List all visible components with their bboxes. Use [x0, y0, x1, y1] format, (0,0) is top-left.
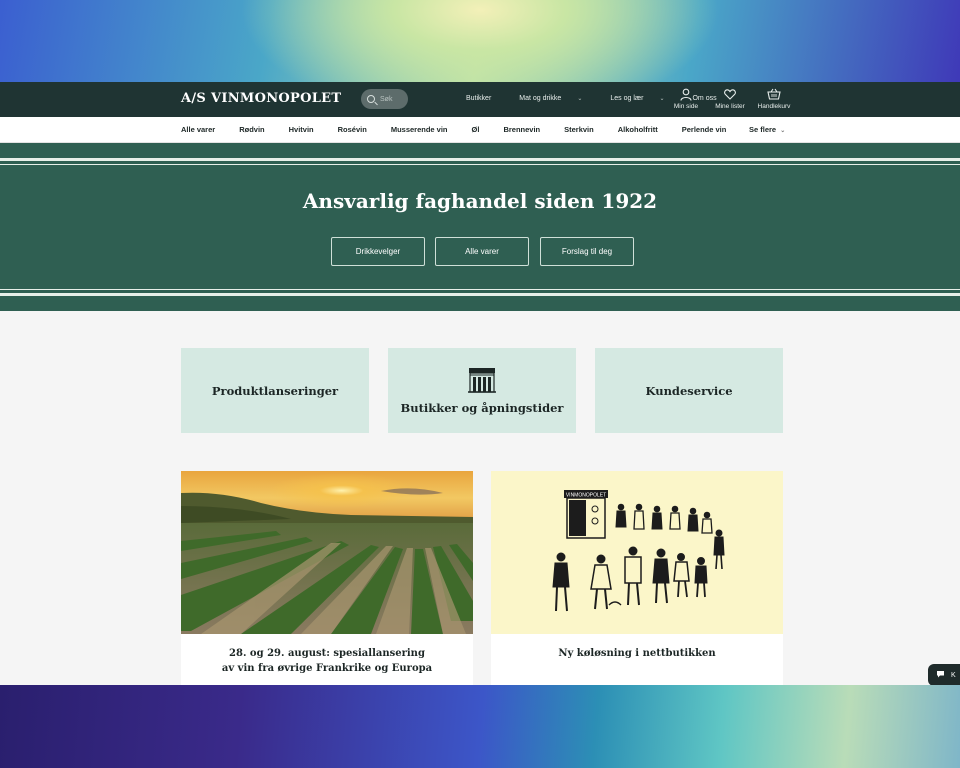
article-card-ny-kolosning[interactable]: VINMONOPOLET Ny køløsning i nettbutikken [491, 471, 783, 685]
queue-illustration-image: VINMONOPOLET [491, 471, 783, 634]
chat-button[interactable]: K [928, 664, 960, 685]
hero-banner: Ansvarlig faghandel siden 1922 Drikkevel… [0, 143, 960, 311]
vinmonopolet-logo[interactable]: A/S VINMONOPOLET [181, 91, 341, 106]
forslag-til-deg-button[interactable]: Forslag til deg [540, 237, 634, 266]
browser-viewport: A/S VINMONOPOLET Søk Butikker Mat og dri… [0, 82, 960, 685]
category-perlende-vin[interactable]: Perlende vin [682, 125, 727, 134]
search-input[interactable]: Søk [361, 89, 408, 109]
alle-varer-button[interactable]: Alle varer [435, 237, 529, 266]
article-title: 28. og 29. august: spesiallansering av v… [221, 648, 433, 674]
tile-produktlanseringer[interactable]: Produktlanseringer [181, 348, 369, 433]
tile-kundeservice[interactable]: Kundeservice [595, 348, 783, 433]
hero-stripe [0, 289, 960, 290]
see-more-categories-button[interactable]: Se flere ⌄ [749, 125, 785, 134]
article-title: Ny køløsning i nettbutikken [558, 648, 716, 659]
category-musserende-vin[interactable]: Musserende vin [391, 125, 448, 134]
handlekurv-button[interactable]: Handlekurv [752, 87, 796, 110]
min-side-button[interactable]: Min side [664, 87, 708, 110]
category-alle-varer[interactable]: Alle varer [181, 125, 215, 134]
category-alkoholfritt[interactable]: Alkoholfritt [618, 125, 658, 134]
search-icon [367, 95, 375, 103]
top-navbar: A/S VINMONOPOLET Søk Butikker Mat og dri… [0, 82, 960, 117]
hero-stripe [0, 164, 960, 165]
hero-stripe [0, 293, 960, 296]
chevron-down-icon: ⌄ [577, 96, 583, 102]
chat-icon [936, 670, 945, 680]
vineyard-sunset-image [181, 471, 473, 634]
search-placeholder: Søk [380, 95, 393, 103]
basket-icon [767, 87, 781, 101]
hero-title: Ansvarlig faghandel siden 1922 [302, 189, 658, 213]
desktop-wallpaper-top [0, 0, 960, 82]
category-sterkvin[interactable]: Sterkvin [564, 125, 594, 134]
hero-stripe [0, 158, 960, 161]
drikkevelger-button[interactable]: Drikkevelger [331, 237, 425, 266]
nav-link-mat-og-drikke[interactable]: Mat og drikke ⌄ [519, 95, 596, 102]
nav-link-butikker[interactable]: Butikker [466, 95, 505, 102]
category-bar: Alle varer Rødvin Hvitvin Rosévin Musser… [0, 117, 960, 143]
user-icon [680, 87, 692, 101]
mine-lister-button[interactable]: Mine lister [708, 87, 752, 110]
category-rosevin[interactable]: Rosévin [338, 125, 367, 134]
article-card-spesiallansering[interactable]: 28. og 29. august: spesiallansering av v… [181, 471, 473, 685]
category-hvitvin[interactable]: Hvitvin [289, 125, 314, 134]
account-nav: Min side Mine lister Handlekurv [664, 87, 796, 110]
chevron-down-icon: ⌄ [780, 128, 786, 134]
heart-icon [724, 87, 736, 101]
category-brennevin[interactable]: Brennevin [503, 125, 540, 134]
category-rodvin[interactable]: Rødvin [239, 125, 264, 134]
category-ol[interactable]: Øl [472, 125, 480, 134]
tile-butikker-og-apningstider[interactable]: Butikker og åpningstider [388, 348, 576, 433]
store-icon [467, 366, 497, 397]
desktop-wallpaper-bottom [0, 685, 960, 768]
